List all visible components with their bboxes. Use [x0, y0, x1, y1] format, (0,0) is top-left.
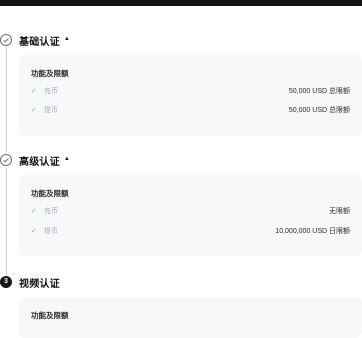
row-label: 充币 — [44, 88, 58, 95]
check-circle-icon — [0, 154, 12, 166]
row-label: 提币 — [44, 228, 58, 235]
timeline-connector — [6, 167, 7, 275]
row-label: 提币 — [44, 107, 58, 114]
step-title: 基础认证 — [19, 36, 60, 48]
check-circle-icon — [0, 34, 12, 46]
checkmark-icon: ✓ — [31, 228, 37, 235]
limits-card: 功能及限额 ✓ 充币 50,000 USD 总限额 ✓ 提币 50,000 US… — [19, 55, 362, 136]
step-title: 高级认证 — [19, 156, 60, 168]
limits-card: 功能及限额 ✓ 充币 无限额 ✓ 提币 10,000,000 USD 日限额 — [19, 175, 362, 256]
row-value: 50,000 USD 总限额 — [288, 88, 350, 95]
step-number-badge: 3 — [0, 276, 12, 288]
timeline-connector — [6, 46, 7, 152]
card-title: 功能及限额 — [31, 311, 69, 320]
row-label: 充币 — [44, 208, 58, 215]
checkmark-icon: ✓ — [31, 88, 37, 95]
step-header[interactable]: 基础认证 ▲ — [0, 33, 70, 48]
step-title: 视频认证 — [19, 278, 60, 290]
checkmark-icon: ✓ — [31, 208, 37, 215]
step-header[interactable]: 高级认证 ▲ — [0, 153, 70, 168]
row-value: 10,000,000 USD 日限额 — [275, 228, 350, 235]
limits-card: 功能及限额 — [19, 297, 362, 338]
card-title: 功能及限额 — [31, 189, 69, 198]
step-header[interactable]: 3 视频认证 — [0, 275, 60, 290]
row-value: 无限额 — [329, 208, 350, 215]
limit-row: ✓ 充币 无限额 — [31, 205, 350, 217]
row-value: 50,000 USD 总限额 — [288, 107, 350, 114]
caret-up-icon[interactable]: ▲ — [64, 156, 70, 162]
limit-row: ✓ 充币 50,000 USD 总限额 — [31, 85, 350, 97]
limit-row: ✓ 提币 50,000 USD 总限额 — [31, 104, 350, 116]
limit-row: ✓ 提币 10,000,000 USD 日限额 — [31, 225, 350, 237]
top-bar — [0, 0, 362, 6]
checkmark-icon: ✓ — [31, 107, 37, 114]
caret-up-icon[interactable]: ▲ — [64, 36, 70, 42]
card-title: 功能及限额 — [31, 69, 69, 78]
